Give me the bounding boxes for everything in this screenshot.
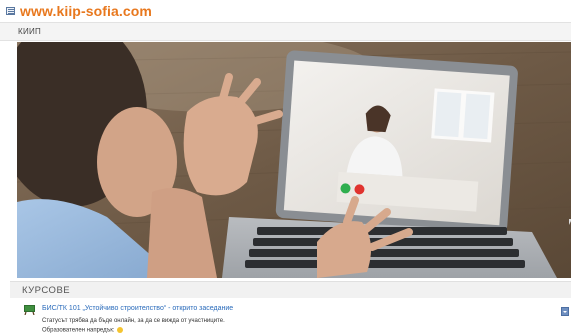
course-icon [24, 305, 35, 315]
course-link[interactable]: БИС/ТК 101 „Устойчиво строителство“ - от… [42, 305, 233, 312]
courses-header: КУРСОВЕ [10, 281, 571, 298]
section-title: КИИП [18, 27, 42, 36]
site-logo[interactable]: www.kiip-sofia.com [20, 3, 152, 19]
course-item: БИС/ТК 101 „Устойчиво строителство“ - от… [10, 300, 571, 334]
smiley-icon [116, 327, 123, 333]
collapse-button[interactable] [561, 307, 569, 316]
menu-icon[interactable] [6, 7, 15, 15]
course-status-text: Статусът трябва да бъде онлайн, за да се… [42, 318, 225, 324]
site-header: www.kiip-sofia.com [0, 0, 571, 22]
hero-image [17, 42, 571, 278]
section-bar: КИИП [0, 22, 571, 41]
page: www.kiip-sofia.com КИИП КУРСОВЕ БИС/ТК 1… [0, 0, 571, 334]
video-call-illustration [17, 42, 571, 278]
course-progress-label: Образователен напредък: [42, 327, 115, 334]
course-progress: Образователен напредък: [42, 327, 123, 334]
courses-title: КУРСОВЕ [22, 285, 71, 296]
